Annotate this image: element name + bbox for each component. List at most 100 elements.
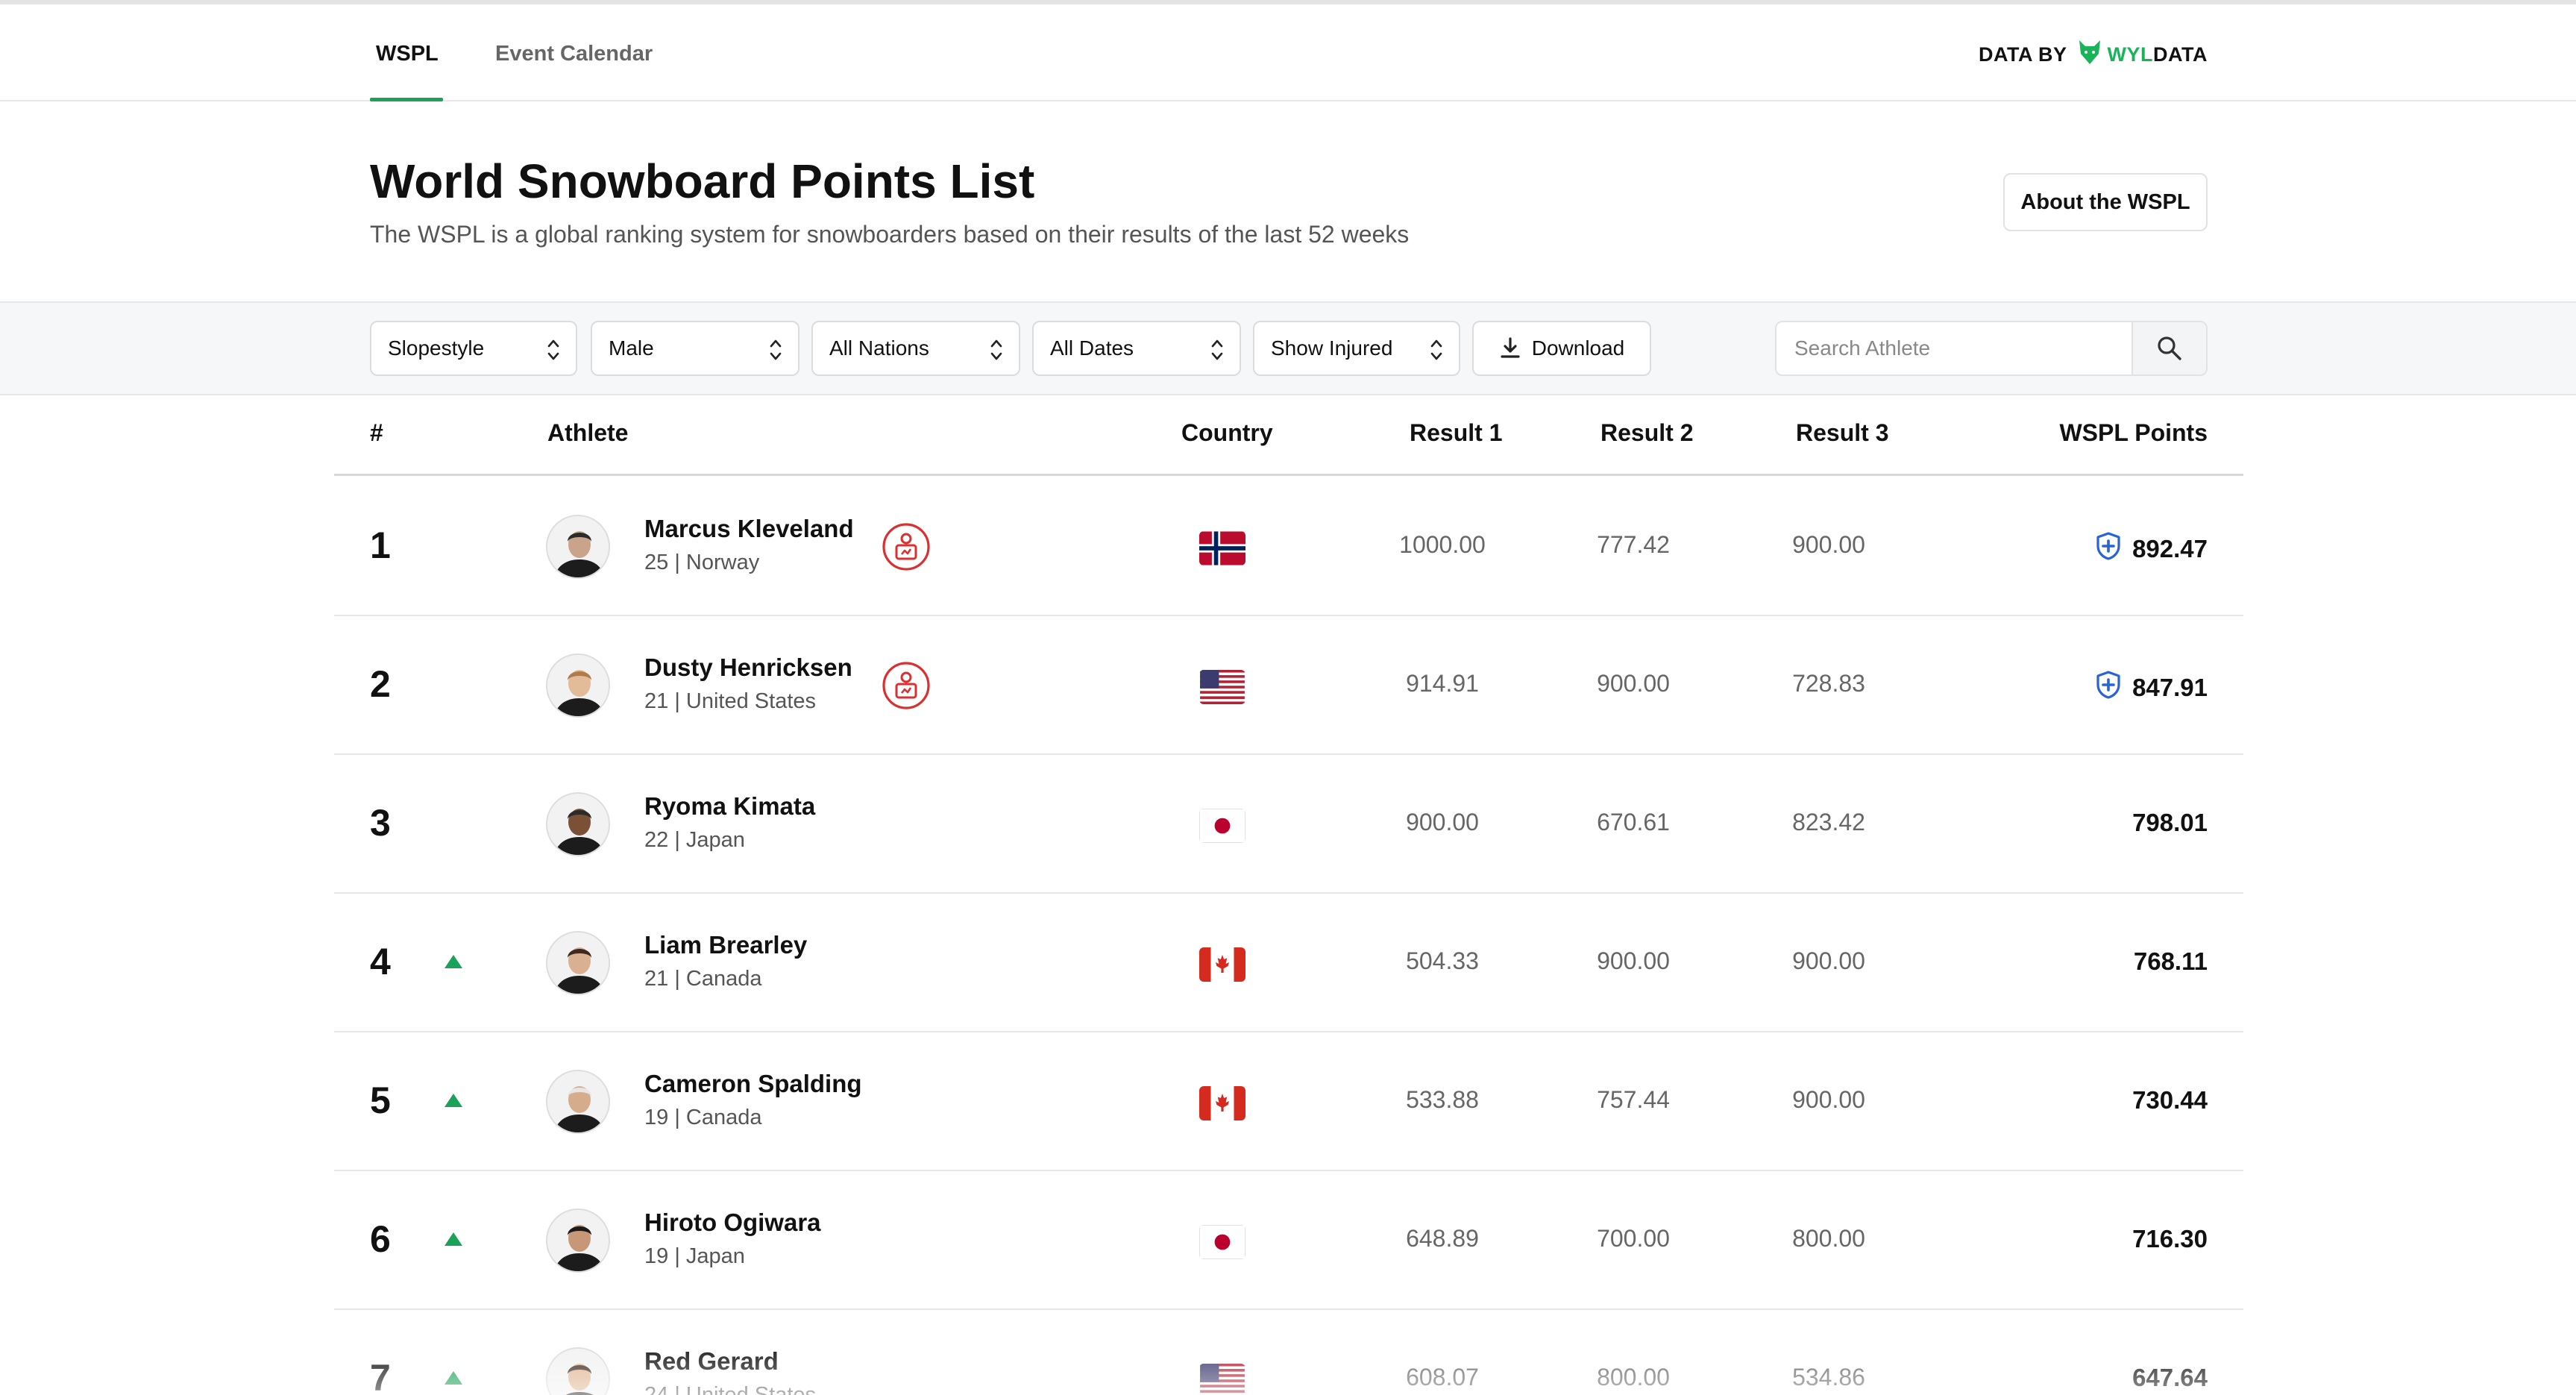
result-1: 504.33 [1406,947,1479,974]
japan-flag [1199,809,1245,843]
result-1: 914.91 [1406,670,1479,697]
athlete-meta: 21 | United States [644,689,817,713]
table-row[interactable]: 2 Dusty Henricksen 21 | United States 91… [334,616,2243,755]
wspl-page: WSPL Event Calendar DATA BY WYL DATA Wor… [0,0,2576,1395]
athlete-avatar[interactable] [546,1209,610,1273]
col-result-2[interactable]: Result 2 [1600,419,1693,447]
athlete-country: Japan [685,828,745,852]
points-value: 768.11 [2133,947,2208,975]
athlete-country: Norway [685,551,760,574]
athlete-name[interactable]: Cameron Spalding [644,1070,862,1098]
chevron-updown-icon [547,339,559,360]
table-row[interactable]: 4 Liam Brearley 21 | Canada 504.33 900.0… [334,894,2243,1032]
download-label: Download [1531,336,1625,360]
athlete-name[interactable]: Liam Brearley [644,931,807,959]
wspl-points: 716.30 [2132,1225,2208,1253]
athlete-age: 21 [644,689,669,713]
points-value: 798.01 [2132,809,2208,836]
search-icon [2158,336,2181,360]
athlete-avatar[interactable] [546,931,610,995]
table-header: # Athlete Country Result 1 Result 2 Resu… [334,395,2243,476]
chevron-updown-icon [990,339,1002,360]
rank-number: 4 [370,941,391,982]
athlete-avatar[interactable] [546,1070,610,1134]
page-header: World Snowboard Points List The WSPL is … [0,101,2576,303]
col-athlete[interactable]: Athlete [547,419,628,447]
athlete-avatar[interactable] [546,653,610,718]
tab-event-calendar[interactable]: Event Calendar [495,42,653,66]
table-row[interactable]: 5 Cameron Spalding 19 | Canada 533.88 75… [334,1032,2243,1171]
table-row[interactable]: 6 Hiroto Ogiwara 19 | Japan 648.89 700.0… [334,1171,2243,1310]
table-row[interactable]: 3 Ryoma Kimata 22 | Japan 900.00 670.61 … [334,755,2243,894]
col-result-1[interactable]: Result 1 [1410,419,1502,447]
nation-select[interactable]: All Nations [811,321,1020,376]
athlete-name[interactable]: Dusty Henricksen [644,653,852,682]
col-wspl-points[interactable]: WSPL Points [2059,419,2208,447]
chevron-updown-icon [770,339,782,360]
athlete-name[interactable]: Hiroto Ogiwara [644,1209,821,1237]
athlete-name[interactable]: Marcus Kleveland [644,515,854,543]
athlete-age: 25 [644,551,669,574]
injured-select[interactable]: Show Injured [1253,321,1460,376]
chevron-updown-icon [1211,339,1223,360]
athlete-meta: 22 | Japan [644,828,745,852]
athlete-meta: 21 | Canada [644,967,762,991]
result-3: 900.00 [1792,947,1865,974]
wspl-points: 768.11 [2134,947,2208,976]
athlete-age: 21 [644,967,669,991]
injured-status-icon[interactable] [882,661,931,710]
result-1: 533.88 [1406,1086,1479,1113]
points-value: 730.44 [2132,1086,2208,1114]
dates-select[interactable]: All Dates [1032,321,1241,376]
result-3: 900.00 [1792,1086,1865,1113]
rank-up-arrow-icon [444,1232,462,1246]
col-rank[interactable]: # [370,419,383,447]
result-2: 900.00 [1597,947,1670,974]
page-subtitle: The WSPL is a global ranking system for … [370,221,1410,248]
search-button[interactable] [2132,322,2206,374]
canada-flag [1199,1086,1245,1120]
canada-flag [1199,947,1245,982]
gender-select[interactable]: Male [591,321,799,376]
about-wspl-button[interactable]: About the WSPL [2003,173,2208,231]
brand-data: DATA [2153,43,2208,66]
filter-bar: Slopestyle Male All Nations All Dates Sh… [0,303,2576,395]
table-row[interactable]: 1 Marcus Kleveland 25 | Norway 1000.00 7… [334,477,2243,616]
wspl-points: 847.91 [2095,670,2208,706]
usa-flag [1199,670,1245,704]
result-1: 1000.00 [1399,531,1486,558]
page-title: World Snowboard Points List [370,154,1035,208]
top-nav: WSPL Event Calendar DATA BY WYL DATA [0,4,2576,101]
rank-number: 6 [370,1218,391,1260]
gender-select-value: Male [609,336,654,360]
protected-shield-icon[interactable] [2095,670,2132,706]
download-button[interactable]: Download [1472,321,1651,376]
athlete-avatar[interactable] [546,792,610,856]
wspl-points: 798.01 [2132,809,2208,837]
athlete-search [1775,321,2208,376]
result-3: 823.42 [1792,809,1865,836]
result-3: 900.00 [1792,531,1865,558]
athlete-avatar[interactable] [546,515,610,579]
result-2: 700.00 [1597,1225,1670,1252]
nation-select-value: All Nations [829,336,929,360]
athlete-country: Japan [685,1244,745,1268]
brand-prefix: DATA BY [1979,43,2067,66]
athlete-meta: 19 | Canada [644,1106,762,1129]
col-country[interactable]: Country [1181,419,1273,447]
rank-number: 5 [370,1079,391,1121]
athlete-age: 19 [644,1244,669,1268]
brand-logo[interactable]: DATA BY WYL DATA [1979,39,2208,71]
wspl-points: 730.44 [2132,1086,2208,1115]
athlete-name[interactable]: Ryoma Kimata [644,792,815,821]
tab-wspl[interactable]: WSPL [376,42,439,66]
search-input[interactable] [1777,322,2133,374]
discipline-select-value: Slopestyle [388,336,485,360]
protected-shield-icon[interactable] [2095,531,2132,567]
norway-flag [1199,531,1245,565]
result-3: 728.83 [1792,670,1865,697]
col-result-3[interactable]: Result 3 [1796,419,1888,447]
rank-number: 1 [370,524,391,566]
injured-status-icon[interactable] [882,522,931,571]
discipline-select[interactable]: Slopestyle [370,321,577,376]
